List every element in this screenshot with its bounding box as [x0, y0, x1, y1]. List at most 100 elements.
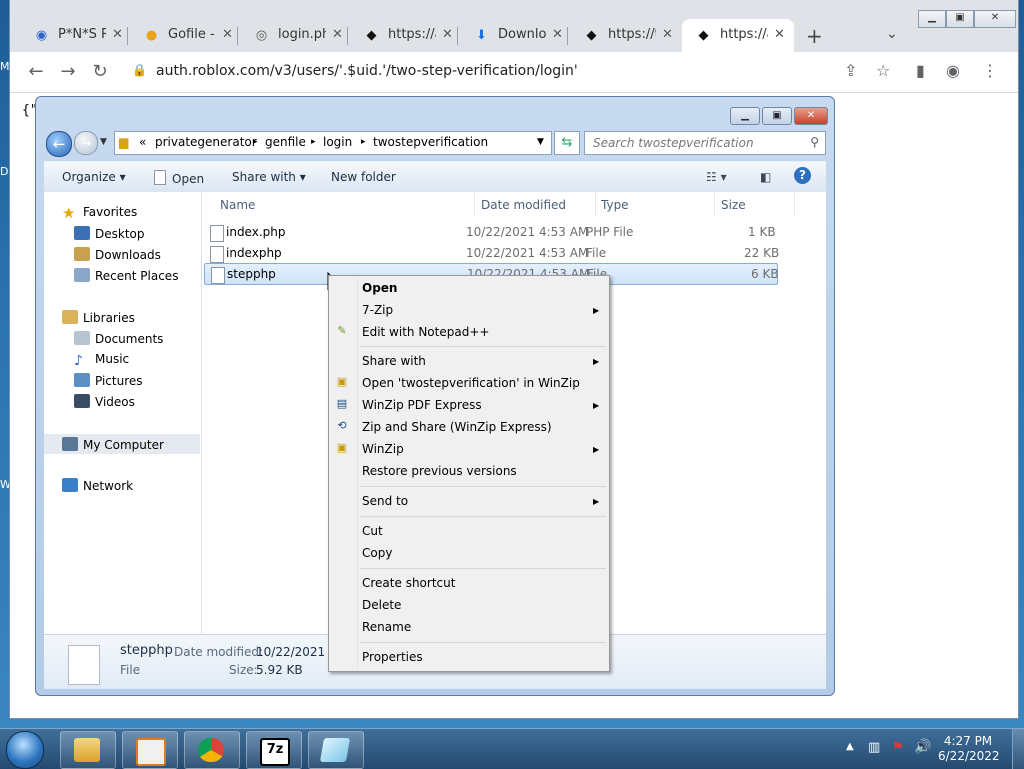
tab-2[interactable]: ● Gofile - F ✕ — [130, 19, 238, 52]
close-icon[interactable]: ✕ — [332, 27, 343, 42]
back-arrow-icon[interactable]: ← — [46, 131, 72, 157]
taskbar-media-player-button[interactable] — [122, 731, 178, 769]
column-header-size[interactable]: Size — [721, 198, 746, 212]
nav-downloads[interactable]: Downloads — [74, 247, 161, 262]
share-with-button[interactable]: Share with ▾ — [232, 170, 306, 184]
taskbar-7zip-button[interactable]: 7z — [246, 731, 302, 769]
new-tab-button[interactable]: + — [806, 24, 823, 48]
menu-item-create-shortcut[interactable]: Create shortcut — [362, 576, 455, 590]
maximize-button[interactable]: ▣ — [762, 107, 792, 125]
tab-6[interactable]: ◆ https://t ✕ — [570, 19, 678, 52]
reload-icon[interactable]: ↻ — [88, 60, 112, 84]
new-folder-button[interactable]: New folder — [331, 170, 396, 184]
tab-3[interactable]: ◎ login.php ✕ — [240, 19, 348, 52]
menu-item-delete[interactable]: Delete — [362, 598, 401, 612]
menu-item-7zip[interactable]: 7-Zip — [362, 303, 393, 317]
nav-documents[interactable]: Documents — [74, 331, 163, 346]
breadcrumb-overflow[interactable]: « — [139, 135, 146, 149]
menu-item-copy[interactable]: Copy — [362, 546, 392, 560]
network-tray-icon[interactable]: ▥ — [868, 740, 880, 755]
nav-recent-places[interactable]: Recent Places — [74, 268, 178, 283]
menu-item-open-winzip[interactable]: Open 'twostepverification' in WinZip — [362, 376, 580, 390]
menu-item-properties[interactable]: Properties — [362, 650, 423, 664]
nav-my-computer[interactable]: My Computer — [44, 434, 200, 454]
start-button[interactable] — [6, 731, 44, 769]
nav-pictures[interactable]: Pictures — [74, 373, 143, 388]
chevron-down-icon[interactable]: ▼ — [537, 137, 544, 147]
nav-videos[interactable]: Videos — [74, 394, 135, 409]
column-header-name[interactable]: Name — [220, 198, 255, 212]
menu-item-restore-versions[interactable]: Restore previous versions — [362, 464, 517, 478]
chevron-right-icon[interactable]: ▸ — [311, 137, 316, 147]
search-input[interactable]: Search twostepverification ⚲ — [584, 131, 826, 155]
tab-4[interactable]: ◆ https://a ✕ — [350, 19, 458, 52]
forward-arrow-icon[interactable]: → — [74, 131, 98, 155]
back-arrow-icon[interactable]: ← — [24, 60, 48, 84]
action-center-icon[interactable]: ⚑ — [892, 740, 904, 755]
refresh-icon[interactable]: ⇆ — [554, 131, 580, 155]
nav-network[interactable]: Network — [62, 478, 133, 493]
breadcrumb[interactable]: ▆ « privategenerator ▸ genfile ▸ login ▸… — [114, 131, 552, 155]
tab-5[interactable]: ⬇ Downlo ✕ — [460, 19, 568, 52]
close-icon[interactable]: ✕ — [442, 27, 453, 42]
taskbar-explorer-button[interactable] — [60, 731, 116, 769]
table-row[interactable]: index.php 10/22/2021 4:53 AM PHP File 1 … — [204, 222, 776, 242]
tab-1[interactable]: ◉ P*N*S RU ✕ — [20, 19, 128, 52]
chevron-right-icon[interactable]: ▸ — [361, 137, 366, 147]
address-bar[interactable]: 🔒 auth.roblox.com/v3/users/'.$uid.'/two-… — [122, 58, 862, 86]
show-hidden-icons-icon[interactable]: ▲ — [846, 741, 854, 752]
show-desktop-button[interactable] — [1012, 729, 1024, 769]
menu-item-edit-notepadpp[interactable]: Edit with Notepad++ — [362, 325, 489, 339]
star-icon[interactable]: ☆ — [876, 61, 890, 80]
organize-button[interactable]: Organize ▾ — [62, 170, 126, 184]
lock-icon[interactable]: 🔒 — [132, 63, 147, 77]
profile-avatar-icon[interactable]: ◉ — [946, 61, 960, 80]
menu-item-send-to[interactable]: Send to — [362, 494, 408, 508]
view-options-icon[interactable]: ☷ ▾ — [706, 170, 727, 184]
taskbar-notepad-button[interactable] — [308, 731, 364, 769]
side-panel-icon[interactable]: ▮ — [916, 61, 925, 80]
volume-icon[interactable]: 🔊 — [914, 739, 931, 755]
tab-search-chevron-icon[interactable]: ⌄ — [886, 26, 898, 42]
nav-favorites[interactable]: ★ Favorites — [62, 205, 137, 221]
open-button[interactable]: Open — [154, 170, 204, 186]
column-header-date[interactable]: Date modified — [481, 198, 566, 212]
maximize-button[interactable]: ▣ — [946, 10, 974, 28]
nav-libraries[interactable]: Libraries — [62, 310, 135, 325]
tab-7-active[interactable]: ◆ https://a ✕ — [682, 19, 794, 52]
forward-arrow-icon[interactable]: → — [56, 60, 80, 84]
breadcrumb-item[interactable]: privategenerator — [155, 135, 257, 149]
breadcrumb-item[interactable]: genfile — [265, 135, 306, 149]
menu-item-open[interactable]: Open — [362, 281, 397, 295]
close-icon[interactable]: ✕ — [662, 27, 673, 42]
chevron-right-icon[interactable]: ▸ — [253, 137, 258, 147]
menu-kebab-icon[interactable]: ⋮ — [982, 61, 998, 80]
close-window-button[interactable]: ✕ — [974, 10, 1016, 28]
breadcrumb-item[interactable]: twostepverification — [373, 135, 488, 149]
close-icon[interactable]: ✕ — [552, 27, 563, 42]
minimize-button[interactable]: ▁ — [918, 10, 946, 28]
nav-desktop[interactable]: Desktop — [74, 226, 145, 241]
menu-item-share-with[interactable]: Share with — [362, 354, 426, 368]
menu-item-winzip[interactable]: WinZip — [362, 442, 404, 456]
breadcrumb-item[interactable]: login — [323, 135, 352, 149]
search-icon[interactable]: ⚲ — [810, 135, 819, 149]
taskbar-chrome-button[interactable] — [184, 731, 240, 769]
menu-item-rename[interactable]: Rename — [362, 620, 411, 634]
clock[interactable]: 4:27 PM 6/22/2022 — [938, 734, 1000, 764]
minimize-button[interactable]: ▁ — [730, 107, 760, 125]
close-icon[interactable]: ✕ — [112, 27, 123, 42]
close-icon[interactable]: ✕ — [774, 27, 785, 42]
close-icon[interactable]: ✕ — [222, 27, 233, 42]
preview-pane-icon[interactable]: ◧ — [760, 170, 771, 184]
help-icon[interactable]: ? — [794, 167, 811, 184]
menu-item-winzip-pdf[interactable]: WinZip PDF Express — [362, 398, 482, 412]
column-header-type[interactable]: Type — [601, 198, 629, 212]
menu-item-cut[interactable]: Cut — [362, 524, 383, 538]
close-window-button[interactable]: ✕ — [794, 107, 828, 125]
nav-music[interactable]: ♪ Music — [74, 352, 129, 368]
menu-item-zip-share[interactable]: Zip and Share (WinZip Express) — [362, 420, 552, 434]
recent-pages-chevron-icon[interactable]: ▼ — [100, 137, 107, 147]
share-icon[interactable]: ⇪ — [844, 61, 857, 80]
table-row[interactable]: indexphp 10/22/2021 4:53 AM File 22 KB — [204, 243, 779, 263]
